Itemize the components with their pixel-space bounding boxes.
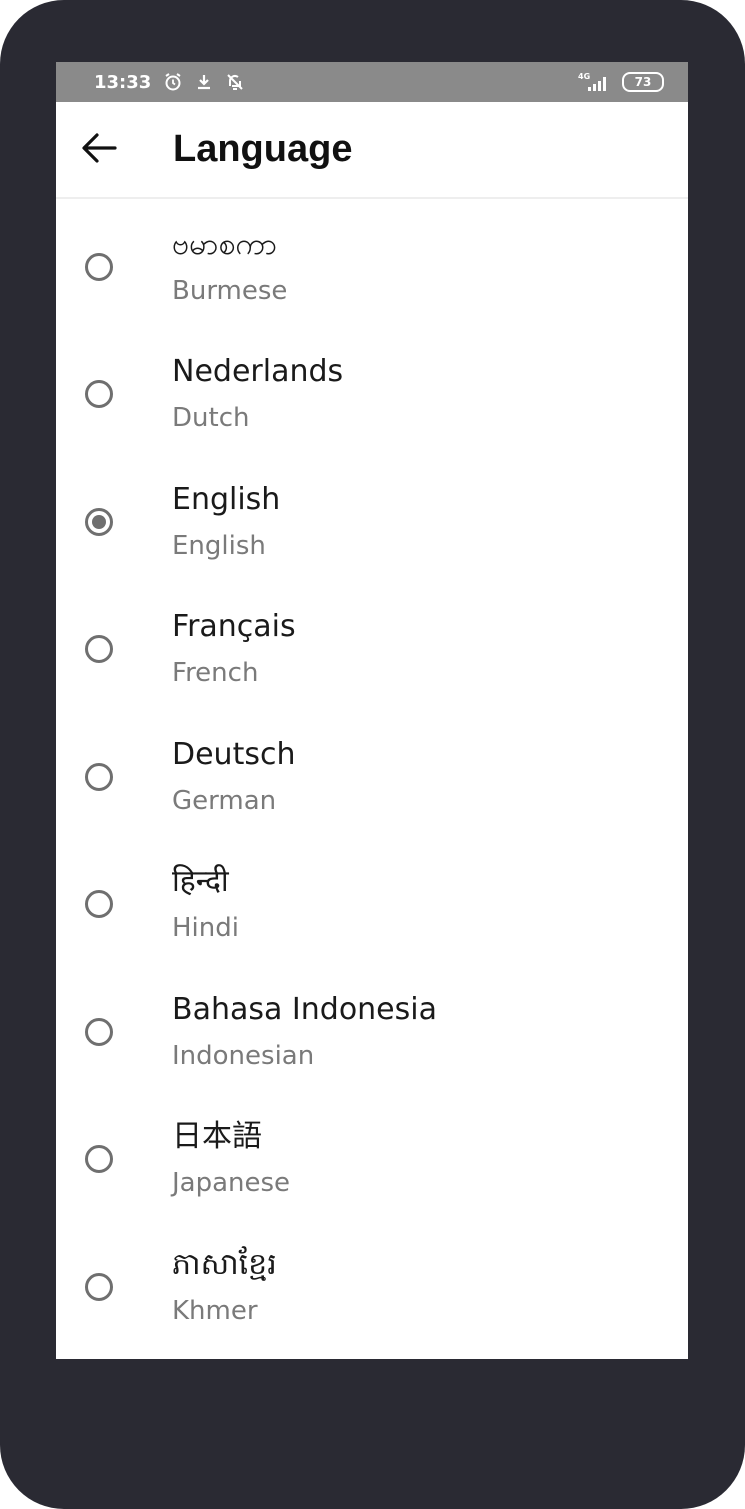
radio-button[interactable]: [85, 890, 113, 919]
signal-icon: 4G: [576, 71, 612, 93]
language-english-name: Burmese: [172, 275, 288, 306]
status-left: 13:33: [94, 72, 245, 93]
language-english-name: Khmer: [172, 1295, 258, 1326]
language-texts: Français French: [172, 607, 296, 691]
language-native-name: ဗမာစကာ: [172, 226, 278, 262]
language-item[interactable]: Deutsch German: [56, 713, 688, 841]
status-time: 13:33: [94, 71, 152, 93]
app-toolbar: Language: [56, 102, 688, 199]
language-english-name: Japanese: [172, 1168, 291, 1199]
language-texts: Deutsch German: [172, 735, 295, 819]
language-texts: ဗမာစကာ Burmese: [172, 225, 287, 309]
language-english-name: Indonesian: [172, 1040, 315, 1071]
language-native-name: Nederlands: [172, 354, 344, 390]
language-english-name: Hindi: [172, 913, 239, 944]
bell-off-icon: [225, 72, 245, 92]
alarm-icon: [163, 72, 183, 92]
status-right: 4G 73: [576, 71, 664, 93]
language-native-name: Français: [172, 609, 296, 645]
language-english-name: German: [172, 785, 277, 816]
language-english-name: Dutch: [172, 403, 250, 434]
language-item[interactable]: Bahasa Indonesia Indonesian: [56, 968, 688, 1096]
radio-button[interactable]: [85, 380, 113, 409]
radio-button[interactable]: [85, 1272, 113, 1301]
language-item[interactable]: Nederlands Dutch: [56, 331, 688, 459]
language-texts: English English: [172, 480, 280, 564]
radio-button[interactable]: [85, 252, 113, 281]
radio-button[interactable]: [85, 1145, 113, 1174]
language-native-name: Bahasa Indonesia: [172, 991, 437, 1027]
language-texts: हिन्दी Hindi: [172, 862, 239, 946]
language-list: ဗမာစကာ Burmese Nederlands Dutch English …: [56, 203, 688, 1351]
back-button[interactable]: [56, 101, 142, 198]
radio-button[interactable]: [85, 762, 113, 791]
language-native-name: Deutsch: [172, 736, 296, 772]
language-item[interactable]: ភាសាខ្មែរ Khmer: [56, 1223, 688, 1351]
battery-icon: 73: [622, 72, 664, 92]
language-english-name: English: [172, 530, 266, 561]
page-title: Language: [173, 128, 353, 170]
radio-button[interactable]: [85, 635, 113, 664]
language-texts: Bahasa Indonesia Indonesian: [172, 990, 437, 1074]
language-native-name: ភាសាខ្មែរ: [172, 1246, 277, 1282]
language-texts: Nederlands Dutch: [172, 352, 343, 436]
language-item[interactable]: ဗမာစကာ Burmese: [56, 203, 688, 331]
language-english-name: French: [172, 658, 259, 689]
language-item[interactable]: Français French: [56, 586, 688, 714]
language-texts: 日本語 Japanese: [172, 1117, 290, 1201]
arrow-left-icon: [81, 132, 117, 168]
radio-button[interactable]: [85, 1017, 113, 1046]
language-item[interactable]: 日本語 Japanese: [56, 1096, 688, 1224]
language-native-name: हिन्दी: [172, 864, 229, 900]
download-icon: [195, 73, 213, 91]
language-item[interactable]: हिन्दी Hindi: [56, 841, 688, 969]
network-type-label: 4G: [578, 72, 590, 81]
status-bar: 13:33 4G 73: [56, 62, 688, 102]
radio-button[interactable]: [85, 507, 113, 536]
language-item[interactable]: English English: [56, 458, 688, 586]
language-texts: ភាសាខ្មែរ Khmer: [172, 1245, 277, 1329]
language-native-name: 日本語: [172, 1119, 262, 1155]
app-screen: 13:33 4G 73 Language ဗမာစကာ Burmese Nede…: [56, 62, 688, 1359]
language-native-name: English: [172, 481, 281, 517]
